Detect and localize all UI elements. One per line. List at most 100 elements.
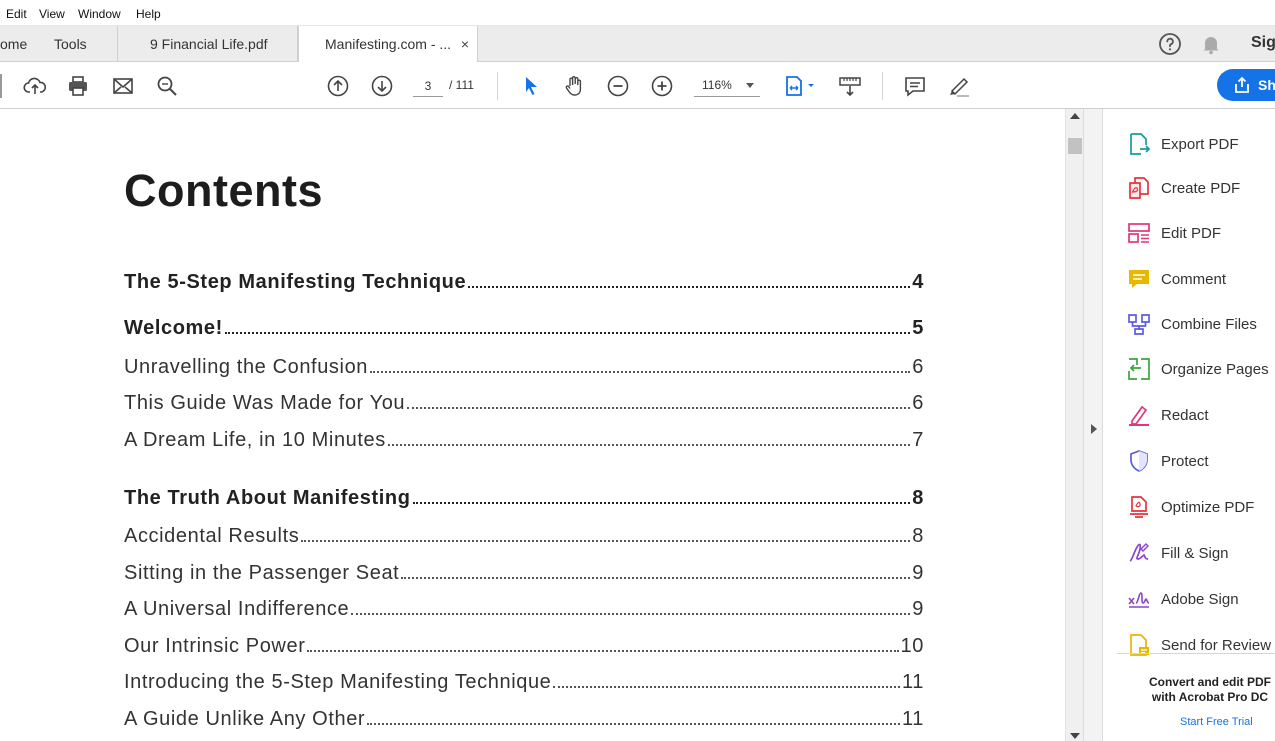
fill-sign-icon [1129, 543, 1149, 562]
tab-home[interactable]: ome [0, 26, 38, 62]
tool-export-pdf[interactable]: Export PDF [1127, 130, 1275, 160]
share-button-label: Sh [1258, 77, 1275, 93]
adobe-sign-icon [1128, 592, 1150, 608]
toc-entry-title: Our Intrinsic Power [124, 635, 306, 657]
chevron-right-icon [1091, 424, 1097, 434]
promo-line: with Acrobat Pro DC [1151, 690, 1269, 704]
protect-icon [1130, 450, 1148, 472]
start-free-trial-link[interactable]: Start Free Trial [1180, 716, 1253, 728]
toc-entry[interactable]: The 5-Step Manifesting Technique 4 [124, 271, 924, 294]
toc-entry[interactable]: Our Intrinsic Power 10 [124, 635, 924, 658]
toc-entry-title: Accidental Results [124, 525, 300, 547]
tab-file-label: 9 Financial Life.pdf [150, 36, 268, 52]
tab-bar: ome Tools 9 Financial Life.pdf Manifesti… [0, 26, 1275, 63]
menu-view[interactable]: View [39, 7, 65, 21]
page-fit-icon[interactable] [784, 73, 818, 99]
page-title: Contents [124, 165, 323, 216]
toc-entry[interactable]: A Guide Unlike Any Other 11 [124, 708, 924, 731]
combine-files-icon [1128, 314, 1150, 335]
toc-entry-title: The 5-Step Manifesting Technique [124, 271, 467, 293]
promo-line: Convert and edit PDF [1148, 675, 1271, 689]
create-pdf-icon [1129, 177, 1149, 199]
upload-cloud-icon[interactable] [22, 73, 48, 99]
toc-entry-page: 9 [912, 598, 924, 620]
tool-label: Combine Files [1161, 316, 1257, 333]
tab-tools[interactable]: Tools [38, 26, 118, 62]
toc-entry[interactable]: The Truth About Manifesting 8 [124, 487, 924, 510]
toc-entry[interactable]: Sitting in the Passenger Seat 9 [124, 562, 924, 585]
tool-protect[interactable]: Protect [1127, 447, 1275, 477]
highlight-pen-icon[interactable] [946, 73, 972, 99]
toc-entry[interactable]: Introducing the 5-Step Manifesting Techn… [124, 671, 924, 694]
toc-entry-title: Sitting in the Passenger Seat [124, 562, 400, 584]
notification-bell-icon[interactable] [1199, 32, 1223, 56]
document-view[interactable]: Contents The 5-Step Manifesting Techniqu… [0, 109, 1065, 741]
chevron-down-icon [746, 83, 754, 88]
share-button[interactable]: Sh [1217, 69, 1275, 101]
menu-window[interactable]: Window [78, 7, 121, 21]
main-toolbar: / 111 116% [0, 62, 1275, 109]
comment-toolbar-icon[interactable] [902, 73, 928, 99]
redact-icon [1129, 405, 1149, 426]
right-pane-toggle[interactable] [1083, 109, 1103, 741]
toc-entry[interactable]: This Guide Was Made for You 6 [124, 392, 924, 415]
close-tab-icon[interactable]: × [461, 26, 469, 62]
scroll-up-arrow-icon[interactable] [1070, 113, 1080, 119]
sign-in-label[interactable]: Sig [1251, 34, 1275, 52]
help-icon[interactable] [1158, 32, 1182, 56]
optimize-pdf-icon [1130, 496, 1148, 518]
toolbar-divider [882, 72, 883, 100]
page-number-input[interactable] [413, 75, 443, 97]
toc-entry[interactable]: Welcome! 5 [124, 317, 924, 340]
toc-entry-title: A Dream Life, in 10 Minutes [124, 429, 386, 451]
previous-page-icon[interactable] [325, 73, 351, 99]
tool-redact[interactable]: Redact [1127, 401, 1275, 431]
tool-send-for-review[interactable]: Send for Review [1127, 631, 1275, 661]
toc-entry-title: The Truth About Manifesting [124, 487, 411, 509]
toc-entry-page: 5 [912, 317, 924, 339]
document-scrollbar[interactable] [1065, 109, 1083, 741]
toc-entry-page: 6 [912, 392, 924, 414]
tool-label: Edit PDF [1161, 225, 1222, 242]
toolbar-divider [497, 72, 498, 100]
tool-organize-pages[interactable]: Organize Pages [1127, 355, 1275, 385]
toc-entry-title: Unravelling the Confusion [124, 356, 369, 378]
print-icon[interactable] [65, 73, 91, 99]
tool-label: Send for Review [1161, 637, 1272, 654]
hand-tool-icon[interactable] [561, 73, 587, 99]
tool-comment[interactable]: Comment [1127, 265, 1275, 295]
scrolling-mode-icon[interactable] [837, 73, 863, 99]
toc-entry[interactable]: Accidental Results 8 [124, 525, 924, 548]
select-cursor-icon[interactable] [518, 73, 544, 99]
menu-edit[interactable]: Edit [6, 7, 27, 21]
tool-fill-sign[interactable]: Fill & Sign [1127, 539, 1275, 569]
tool-create-pdf[interactable]: Create PDF [1127, 174, 1275, 204]
scrollbar-thumb[interactable] [1068, 138, 1082, 154]
tool-combine-files[interactable]: Combine Files [1127, 310, 1275, 340]
zoom-out-icon[interactable] [605, 73, 631, 99]
scroll-down-arrow-icon[interactable] [1070, 733, 1080, 739]
tool-label: Redact [1161, 407, 1209, 424]
toc-leader [468, 286, 911, 288]
tool-label: Protect [1161, 453, 1209, 470]
toc-entry[interactable]: A Universal Indifference 9 [124, 598, 924, 621]
zoom-level-select[interactable]: 116% [694, 75, 760, 97]
export-pdf-icon [1130, 133, 1151, 155]
menu-help[interactable]: Help [136, 7, 161, 21]
toc-entry[interactable]: A Dream Life, in 10 Minutes 7 [124, 429, 924, 452]
toc-leader [407, 407, 911, 409]
zoom-in-icon[interactable] [649, 73, 675, 99]
tool-optimize-pdf[interactable]: Optimize PDF [1127, 493, 1275, 523]
toc-entry-page: 4 [912, 271, 924, 293]
tool-edit-pdf[interactable]: Edit PDF [1127, 219, 1275, 249]
email-icon[interactable] [110, 73, 136, 99]
toc-entry-title: This Guide Was Made for You [124, 392, 406, 414]
tab-file-financial-life[interactable]: 9 Financial Life.pdf [118, 26, 298, 62]
tool-adobe-sign[interactable]: Adobe Sign [1127, 585, 1275, 615]
promo-divider [1117, 653, 1275, 654]
toc-entry-page: 10 [900, 635, 924, 657]
toc-entry[interactable]: Unravelling the Confusion 6 [124, 356, 924, 379]
search-icon[interactable] [154, 73, 180, 99]
tab-file-manifesting[interactable]: Manifesting.com - ... × [298, 26, 478, 63]
next-page-icon[interactable] [369, 73, 395, 99]
